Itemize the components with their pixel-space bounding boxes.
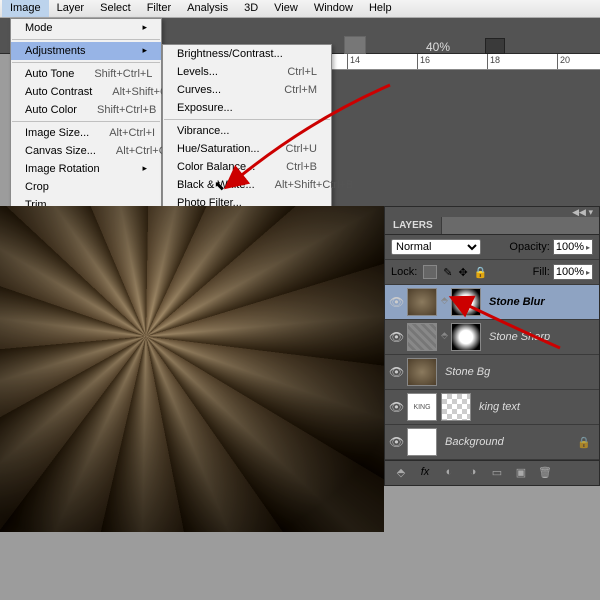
lock-brush-icon[interactable]: ✎ — [443, 266, 452, 279]
menu-item[interactable]: Levels...Ctrl+L — [163, 63, 331, 81]
menu-item[interactable]: Auto ColorShift+Ctrl+B — [11, 101, 161, 119]
lock-icon: 🔒 — [577, 436, 595, 449]
visibility-icon[interactable]: 👁 — [389, 365, 403, 379]
opacity-label: Opacity: — [509, 241, 549, 253]
fill-label: Fill: — [533, 266, 550, 278]
menu-window[interactable]: Window — [306, 0, 361, 17]
layers-panel: ◀◀ ▾ LAYERS Normal Opacity: 100%▸ Lock: … — [384, 206, 600, 486]
layer-row[interactable]: 👁 Background 🔒 — [385, 425, 599, 460]
mask-thumbnail[interactable] — [451, 323, 481, 351]
new-layer-icon[interactable]: ▣ — [513, 466, 529, 480]
layer-thumbnail[interactable] — [407, 288, 437, 316]
layer-row[interactable]: 👁 ⬘ Stone Sharp — [385, 320, 599, 355]
adjustment-icon[interactable]: ◑ — [465, 466, 481, 480]
mask-thumbnail[interactable] — [451, 288, 481, 316]
menu-item[interactable]: Color Balance...Ctrl+B — [163, 158, 331, 176]
layer-name[interactable]: Background — [441, 436, 504, 448]
menu-item[interactable]: Auto ContrastAlt+Shift+Ctrl+L — [11, 83, 161, 101]
menu-layer[interactable]: Layer — [49, 0, 93, 17]
link-layers-icon[interactable]: ⬘ — [393, 466, 409, 480]
layer-row[interactable]: 👁 KING king text — [385, 390, 599, 425]
layers-footer: ⬘ fx ◐ ◑ ▭ ▣ 🗑 — [385, 460, 599, 485]
layer-thumbnail[interactable] — [407, 428, 437, 456]
link-icon[interactable]: ⬘ — [441, 295, 447, 309]
layer-row[interactable]: 👁 Stone Bg — [385, 355, 599, 390]
lock-all-icon[interactable]: 🔒 — [474, 266, 488, 279]
lock-move-icon[interactable]: ✥ — [459, 266, 468, 279]
transparency-thumb — [441, 393, 471, 421]
menu-select[interactable]: Select — [92, 0, 139, 17]
menu-item[interactable]: Image Rotation — [11, 160, 161, 178]
visibility-icon[interactable]: 👁 — [389, 295, 403, 309]
lock-transparency-icon[interactable] — [423, 265, 437, 279]
tool-glyph — [344, 36, 366, 54]
blend-row: Normal Opacity: 100%▸ — [385, 235, 599, 260]
layer-list: 👁 ⬘ Stone Blur 👁 ⬘ Stone Sharp 👁 Stone Bg 👁 KING k… — [385, 285, 599, 460]
menu-item[interactable]: Brightness/Contrast... — [163, 45, 331, 63]
trash-icon[interactable]: 🗑 — [537, 466, 553, 480]
canvas-bg — [330, 70, 600, 206]
menu-image[interactable]: Image — [2, 0, 49, 17]
stone-texture-preview — [0, 206, 384, 532]
layer-name[interactable]: Stone Bg — [441, 366, 490, 378]
ruler: 14161820 — [330, 54, 600, 70]
menu-item[interactable]: Vibrance... — [163, 122, 331, 140]
menu-3d[interactable]: 3D — [236, 0, 266, 17]
layer-name[interactable]: king text — [475, 401, 520, 413]
blend-mode-select[interactable]: Normal — [391, 239, 481, 255]
menu-item[interactable]: Image Size...Alt+Ctrl+I — [11, 124, 161, 142]
lock-row: Lock: ✎ ✥ 🔒 Fill: 100%▸ — [385, 260, 599, 285]
layer-thumbnail[interactable] — [407, 323, 437, 351]
layer-name[interactable]: Stone Blur — [485, 296, 545, 308]
menu-item[interactable]: Curves...Ctrl+M — [163, 81, 331, 99]
menu-filter[interactable]: Filter — [139, 0, 179, 17]
fill-value[interactable]: 100%▸ — [553, 264, 593, 280]
layer-thumbnail[interactable] — [407, 358, 437, 386]
lock-label: Lock: — [391, 266, 417, 278]
menu-item[interactable]: Exposure... — [163, 99, 331, 117]
panel-collapse-icon[interactable]: ◀◀ ▾ — [385, 207, 599, 217]
menu-item[interactable]: Black & White...Alt+Shift+Ctrl+B — [163, 176, 331, 194]
menu-item[interactable]: Adjustments — [11, 42, 161, 60]
menu-item[interactable]: Canvas Size...Alt+Ctrl+C — [11, 142, 161, 160]
visibility-icon[interactable]: 👁 — [389, 400, 403, 414]
panel-tabs: LAYERS — [385, 217, 599, 235]
visibility-icon[interactable]: 👁 — [389, 330, 403, 344]
mask-icon[interactable]: ◐ — [441, 466, 457, 480]
zoom-value: 40% — [426, 40, 450, 54]
workspace-bg — [0, 532, 600, 600]
group-icon[interactable]: ▭ — [489, 466, 505, 480]
layer-thumbnail[interactable]: KING — [407, 393, 437, 421]
fx-icon[interactable]: fx — [417, 466, 433, 480]
cursor-icon: ⬉ — [214, 178, 225, 194]
menu-item[interactable]: Hue/Saturation...Ctrl+U — [163, 140, 331, 158]
menubar: ImageLayerSelectFilterAnalysis3DViewWind… — [0, 0, 600, 18]
link-icon[interactable]: ⬘ — [441, 330, 447, 344]
menu-help[interactable]: Help — [361, 0, 400, 17]
menu-analysis[interactable]: Analysis — [179, 0, 236, 17]
menu-item[interactable]: Auto ToneShift+Ctrl+L — [11, 65, 161, 83]
opacity-value[interactable]: 100%▸ — [553, 239, 593, 255]
layer-row[interactable]: 👁 ⬘ Stone Blur — [385, 285, 599, 320]
menu-view[interactable]: View — [266, 0, 306, 17]
layer-name[interactable]: Stone Sharp — [485, 331, 550, 343]
visibility-icon[interactable]: 👁 — [389, 435, 403, 449]
menu-item: Crop — [11, 178, 161, 196]
menu-item[interactable]: Mode — [11, 19, 161, 37]
zoom-dropdown[interactable] — [485, 38, 505, 54]
layers-tab[interactable]: LAYERS — [385, 217, 442, 234]
